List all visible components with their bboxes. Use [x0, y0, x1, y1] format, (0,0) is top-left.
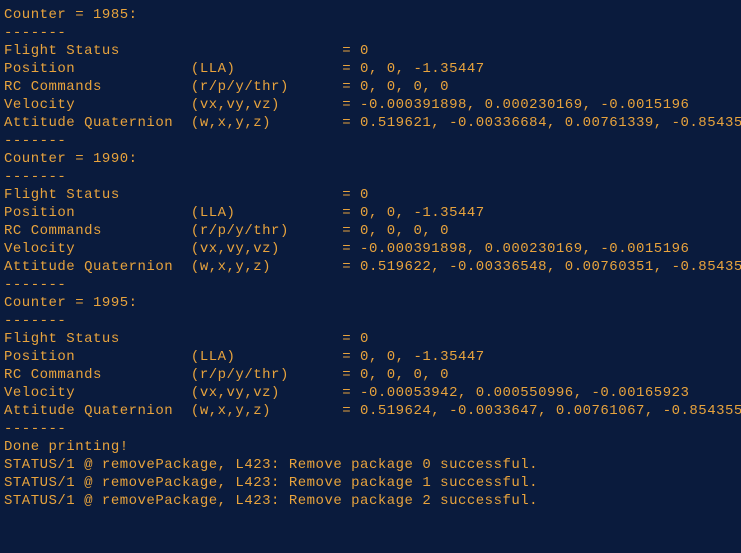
divider: ------- — [4, 168, 737, 186]
counter-header: Counter = 1990: — [4, 150, 737, 168]
telemetry-row: RC Commands (r/p/y/thr) = 0, 0, 0, 0 — [4, 222, 737, 240]
telemetry-row: Flight Status = 0 — [4, 330, 737, 348]
terminal-output: Counter = 1985:-------Flight Status = 0P… — [0, 0, 741, 516]
status-line: STATUS/1 @ removePackage, L423: Remove p… — [4, 474, 737, 492]
telemetry-row: Position (LLA) = 0, 0, -1.35447 — [4, 60, 737, 78]
divider: ------- — [4, 420, 737, 438]
telemetry-row: Attitude Quaternion (w,x,y,z) = 0.519624… — [4, 402, 737, 420]
divider: ------- — [4, 24, 737, 42]
counter-header: Counter = 1985: — [4, 6, 737, 24]
telemetry-row: Velocity (vx,vy,vz) = -0.00053942, 0.000… — [4, 384, 737, 402]
telemetry-row: Velocity (vx,vy,vz) = -0.000391898, 0.00… — [4, 96, 737, 114]
telemetry-row: Velocity (vx,vy,vz) = -0.000391898, 0.00… — [4, 240, 737, 258]
telemetry-row: Attitude Quaternion (w,x,y,z) = 0.519621… — [4, 114, 737, 132]
divider: ------- — [4, 132, 737, 150]
divider: ------- — [4, 312, 737, 330]
divider: ------- — [4, 276, 737, 294]
telemetry-row: Flight Status = 0 — [4, 186, 737, 204]
telemetry-row: Position (LLA) = 0, 0, -1.35447 — [4, 348, 737, 366]
telemetry-row: RC Commands (r/p/y/thr) = 0, 0, 0, 0 — [4, 366, 737, 384]
telemetry-row: Attitude Quaternion (w,x,y,z) = 0.519622… — [4, 258, 737, 276]
status-line: STATUS/1 @ removePackage, L423: Remove p… — [4, 456, 737, 474]
telemetry-row: Position (LLA) = 0, 0, -1.35447 — [4, 204, 737, 222]
status-line: STATUS/1 @ removePackage, L423: Remove p… — [4, 492, 737, 510]
telemetry-row: Flight Status = 0 — [4, 42, 737, 60]
counter-header: Counter = 1995: — [4, 294, 737, 312]
done-message: Done printing! — [4, 438, 737, 456]
telemetry-row: RC Commands (r/p/y/thr) = 0, 0, 0, 0 — [4, 78, 737, 96]
